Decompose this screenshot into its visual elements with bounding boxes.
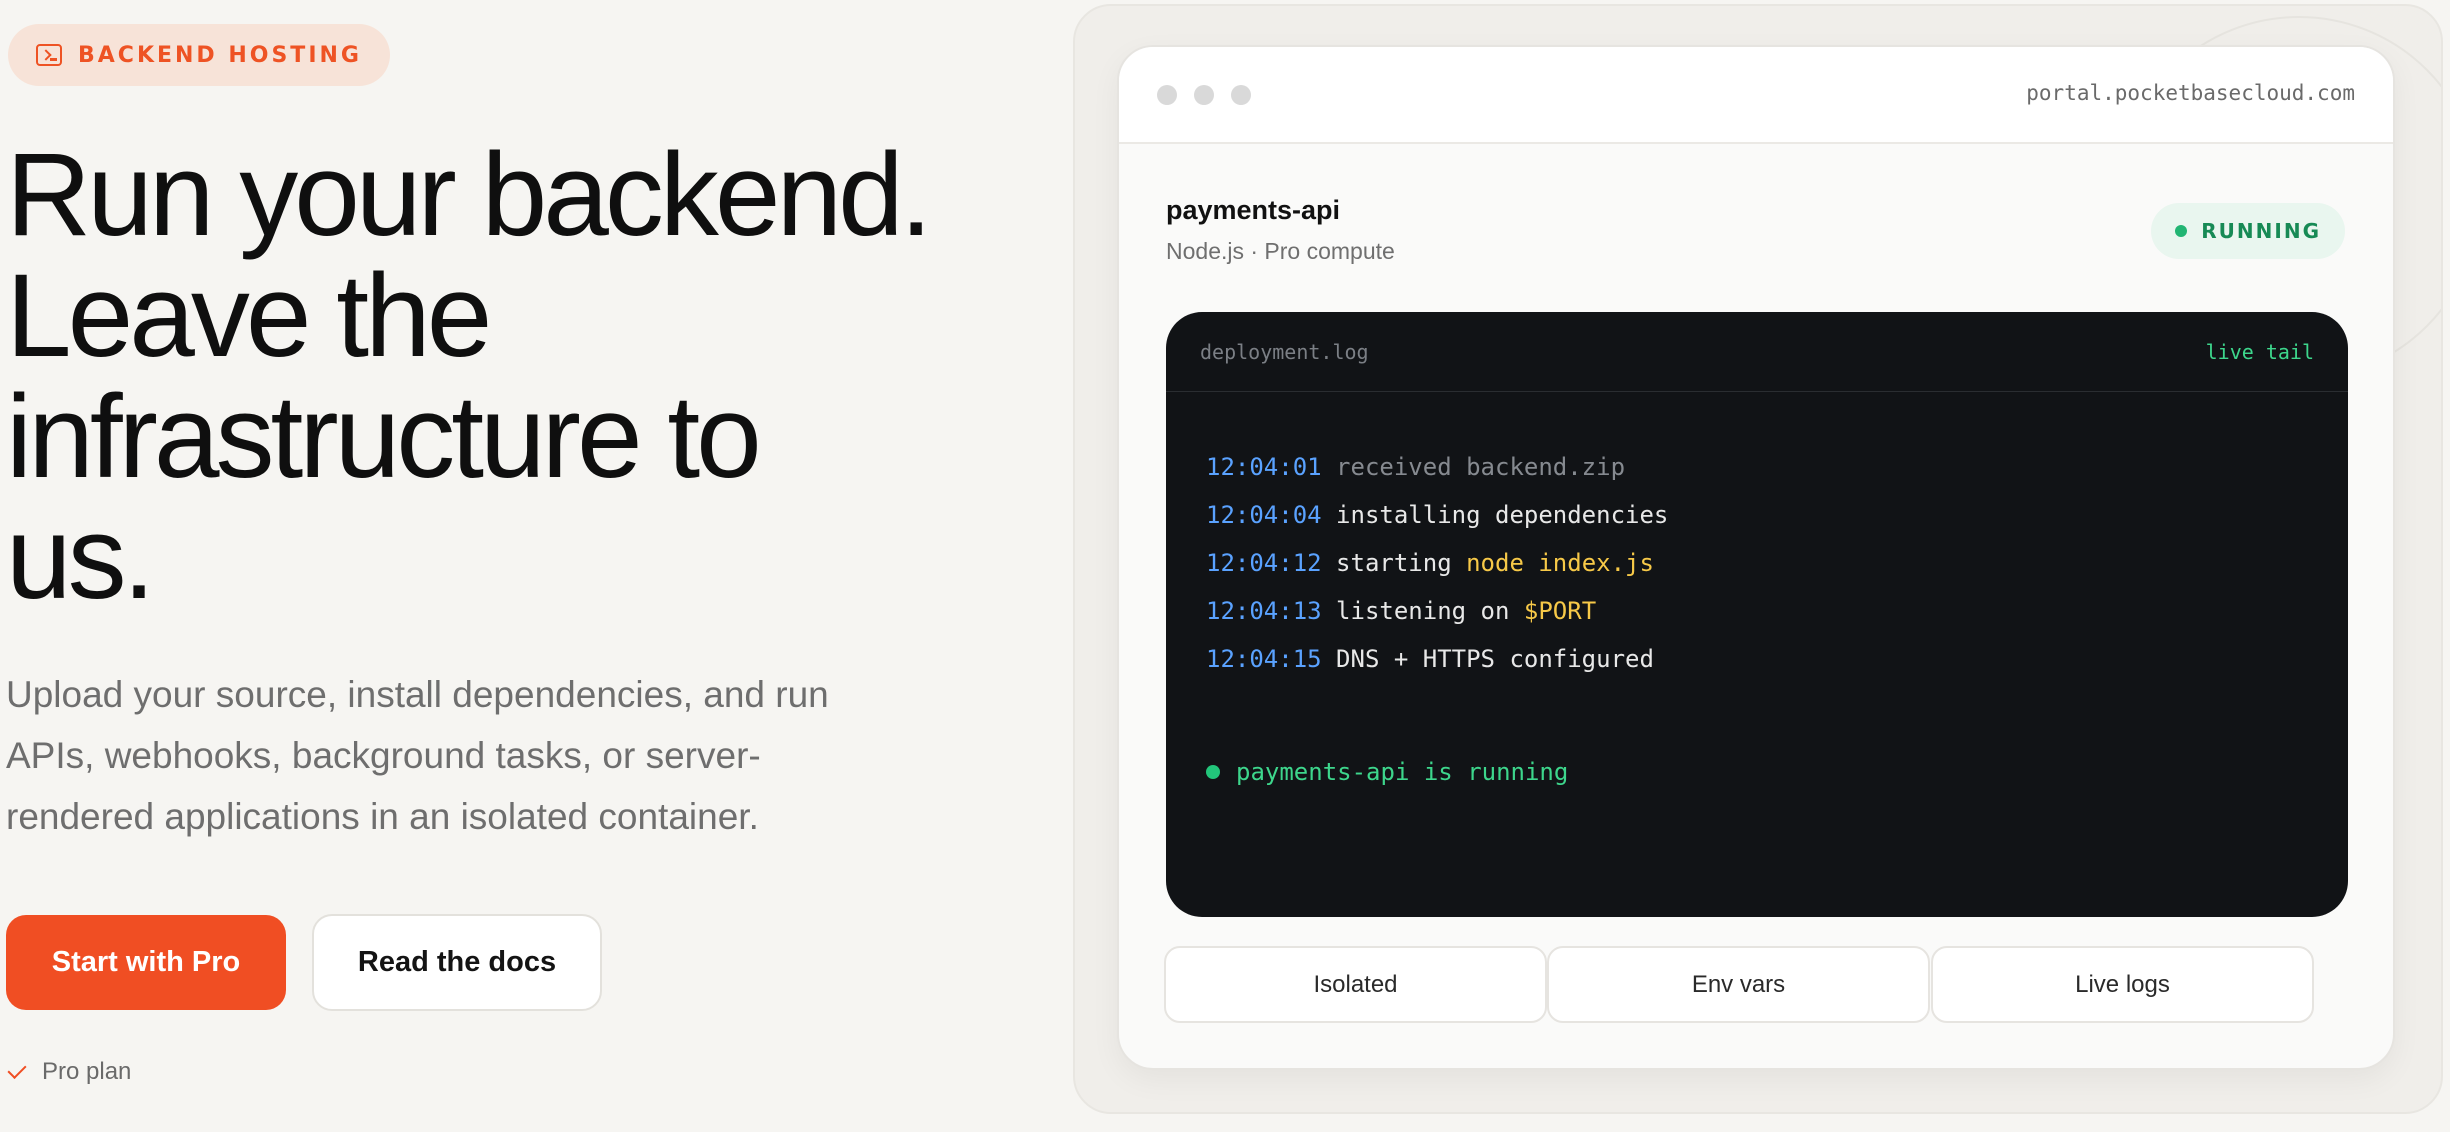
hero-title-line: Run your backend. [6, 129, 933, 261]
hero-title-line: Leave the [6, 250, 492, 382]
hero-title-line: infrastructure to [6, 371, 762, 503]
log-text: received backend.zip [1336, 453, 1626, 481]
read-the-docs-button[interactable]: Read the docs [312, 914, 602, 1011]
log-line: 12:04:15 DNS + HTTPS configured [1206, 635, 1668, 683]
log-text: $PORT [1523, 597, 1597, 625]
log-text: node index.js [1466, 549, 1654, 577]
log-lines: 12:04:01 received backend.zip 12:04:04 in… [1206, 443, 1668, 683]
hero-description-line: APIs, webhooks, background tasks, or ser… [6, 735, 761, 776]
window-dot-icon [1231, 85, 1251, 105]
section-badge: BACKEND HOSTING [8, 24, 390, 86]
start-with-pro-button[interactable]: Start with Pro [6, 915, 286, 1010]
log-final-text: payments-api is running [1236, 758, 1569, 786]
log-timestamp: 12:04:12 [1206, 549, 1322, 577]
log-text: starting [1336, 549, 1467, 577]
service-meta: Node.js · Pro compute [1166, 238, 1395, 264]
badge-label: BACKEND HOSTING [78, 42, 362, 68]
hero-description-line: rendered applications in an isolated con… [6, 796, 759, 837]
terminal-filename: deployment.log [1200, 340, 1369, 364]
log-line: 12:04:04 installing dependencies [1206, 491, 1668, 539]
log-text: installing dependencies [1336, 501, 1669, 529]
log-line: 12:04:12 starting node index.js [1206, 539, 1668, 587]
service-name: payments-api [1166, 195, 1341, 225]
window-dot-icon [1157, 85, 1177, 105]
hero-description: Upload your source, install dependencies… [6, 664, 906, 847]
log-text: DNS + HTTPS configured [1336, 645, 1654, 673]
plan-note: Pro plan [7, 1058, 132, 1086]
feature-chip-env-vars[interactable]: Env vars [1547, 946, 1930, 1023]
browser-window: portal.pocketbasecloud.com payments-api … [1117, 45, 2395, 1070]
log-text: listening on [1336, 597, 1524, 625]
window-dot-icon [1194, 85, 1214, 105]
terminal-icon [36, 44, 62, 66]
feature-chip-isolated[interactable]: Isolated [1164, 946, 1547, 1023]
hero-title-line: us. [6, 492, 155, 624]
log-timestamp: 12:04:01 [1206, 453, 1322, 481]
plan-note-label: Pro plan [42, 1058, 132, 1085]
terminal-header: deployment.log live tail [1166, 312, 2348, 392]
status-dot-icon [2175, 225, 2188, 237]
feature-chip-live-logs[interactable]: Live logs [1931, 946, 2314, 1023]
browser-bar: portal.pocketbasecloud.com [1119, 47, 2393, 144]
hero-description-line: Upload your source, install dependencies… [6, 674, 829, 715]
log-line: 12:04:13 listening on $PORT [1206, 587, 1668, 635]
url-bar: portal.pocketbasecloud.com [2026, 81, 2355, 105]
status-label: RUNNING [2201, 219, 2321, 243]
log-final-status: payments-api is running [1206, 748, 1568, 796]
running-dot-icon [1206, 765, 1220, 779]
check-icon [7, 1059, 27, 1079]
status-badge: RUNNING [2151, 203, 2345, 259]
terminal-mode: live tail [2205, 340, 2314, 364]
log-timestamp: 12:04:15 [1206, 645, 1322, 673]
log-line: 12:04:01 received backend.zip [1206, 443, 1668, 491]
log-timestamp: 12:04:04 [1206, 501, 1322, 529]
deployment-terminal: deployment.log live tail 12:04:01 receiv… [1166, 312, 2348, 917]
log-timestamp: 12:04:13 [1206, 597, 1322, 625]
hero-title: Run your backend. Leave the infrastructu… [6, 135, 986, 619]
